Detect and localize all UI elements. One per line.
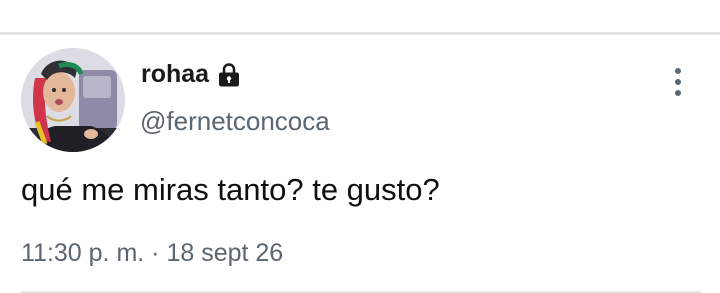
tweet-date: 18 sept 26: [166, 239, 284, 267]
tweet-text: qué me miras tanto? te gusto?: [21, 172, 440, 207]
top-divider: [0, 32, 720, 35]
user-handle[interactable]: @fernetconcoca: [140, 106, 330, 137]
tweet-time: 11:30 p. m.: [21, 239, 145, 267]
meta-separator: ·: [151, 239, 160, 267]
tweet-timestamp[interactable]: 11:30 p. m. · 18 sept 26: [21, 239, 283, 268]
more-vertical-icon: [675, 68, 681, 96]
top-bar: [0, 0, 720, 32]
avatar[interactable]: [21, 48, 125, 152]
display-name-row[interactable]: rohaa: [141, 60, 241, 89]
more-options-button[interactable]: [664, 64, 692, 100]
tweet-detail-view: rohaa @fernetconcoca qué me miras tanto?…: [0, 0, 720, 293]
avatar-image: [21, 48, 125, 152]
lock-icon: [217, 62, 241, 88]
display-name[interactable]: rohaa: [141, 60, 209, 89]
